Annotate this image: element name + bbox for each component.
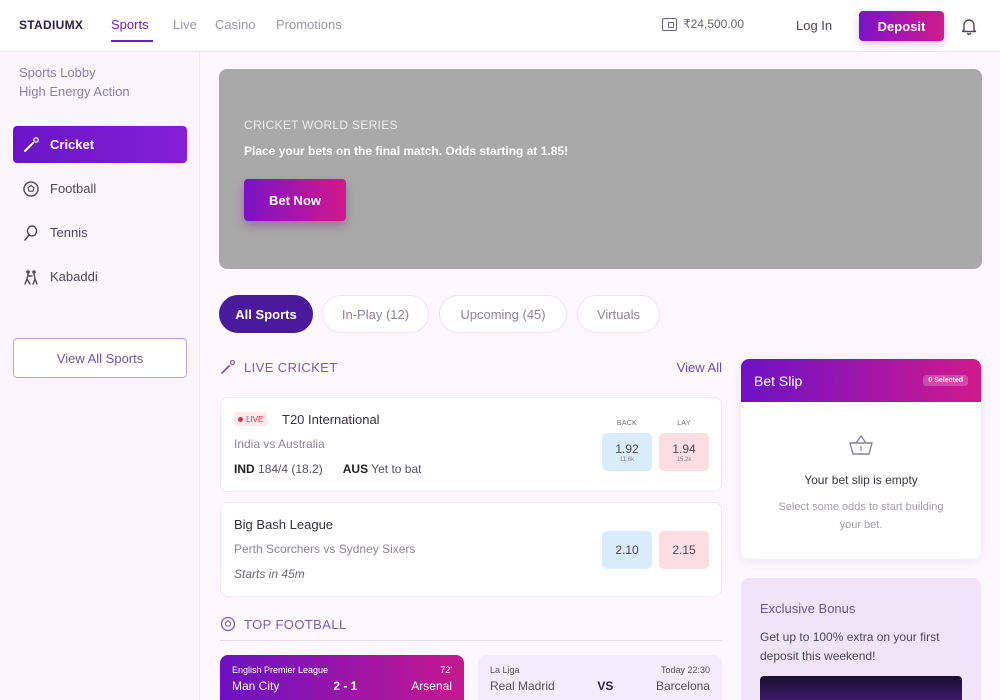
home-team: Real Madrid — [490, 679, 555, 693]
odd-value: 1.94 — [672, 441, 696, 456]
wallet-balance[interactable]: ₹24,500.00 — [662, 17, 744, 31]
nav-casino[interactable]: Casino — [215, 17, 255, 32]
live-dot — [238, 416, 243, 422]
away-team: Arsenal — [411, 679, 452, 693]
sidebar-item-kabaddi[interactable]: Kabaddi — [13, 258, 187, 295]
promo-banner: CRICKET WORLD SERIES Place your bets on … — [219, 69, 982, 269]
bet-slip-header: Bet Slip 0 Selected — [741, 359, 981, 402]
match-score: VS — [597, 679, 614, 693]
odd-value: 2.15 — [672, 543, 696, 557]
wallet-icon — [662, 17, 677, 31]
team1-score: 184/4 (18.2) — [258, 462, 323, 476]
away-team: Barcelona — [655, 679, 710, 693]
tab-in-play[interactable]: In-Play (12) — [322, 295, 429, 333]
odd-volume: 15.2k — [676, 456, 692, 463]
back-header: BACK — [616, 420, 638, 427]
lay-odd-button[interactable]: 1.94 15.2k — [659, 433, 709, 471]
top-football-header: TOP FOOTBALL — [220, 614, 722, 634]
cricket-icon — [221, 359, 236, 374]
back-odd-button[interactable]: 1.92 11.6k — [602, 433, 652, 471]
match-time: 72' — [440, 665, 452, 675]
empty-slip-hint: Select some odds to start building your … — [778, 501, 944, 531]
nav-live[interactable]: Live — [173, 17, 197, 32]
match-league: Big Bash League — [234, 517, 334, 532]
top-header: STADIUMX Sports Live Casino Promotions ₹… — [0, 0, 1000, 52]
lay-odd-button[interactable]: 2.15 — [659, 531, 709, 569]
logo[interactable]: STADIUMX — [19, 18, 83, 32]
match-teams: Perth Scorchers vs Sydney Sixers — [234, 542, 416, 556]
team1-code: IND — [234, 462, 255, 476]
basket-icon — [849, 435, 873, 455]
match-status: Starts in 45m — [234, 567, 305, 581]
kabaddi-icon — [24, 269, 38, 285]
sidebar-title: Sports Lobby — [19, 65, 96, 80]
tennis-icon — [24, 224, 38, 241]
nav-promotions[interactable]: Promotions — [276, 17, 342, 32]
tab-upcoming[interactable]: Upcoming (45) — [439, 295, 567, 333]
balance-amount: ₹24,500.00 — [683, 17, 745, 31]
back-odd-button[interactable]: 2.10 — [602, 531, 652, 569]
deposit-button[interactable]: Deposit — [859, 11, 944, 41]
selected-count-badge: 0 Selected — [923, 375, 968, 386]
match-league: T20 International — [282, 412, 380, 427]
match-card[interactable]: LIVE T20 International India vs Australi… — [220, 397, 722, 492]
bet-slip: Bet Slip 0 Selected Your bet slip is emp… — [741, 359, 981, 559]
bonus-title: Exclusive Bonus — [760, 601, 856, 616]
home-team: Man City — [232, 679, 280, 693]
football-icon — [220, 616, 236, 632]
odd-value: 1.92 — [615, 441, 639, 456]
match-time: Today 22:30 — [660, 665, 710, 675]
live-cricket-header: LIVE CRICKET View All — [220, 357, 722, 377]
bet-slip-title: Bet Slip — [754, 372, 803, 389]
match-score: 2 - 1 — [333, 679, 358, 693]
live-badge: LIVE — [234, 412, 268, 426]
sidebar: Sports Lobby High Energy Action Cricket … — [0, 52, 200, 700]
empty-slip-title: Your bet slip is empty — [804, 473, 918, 487]
lay-header: LAY — [677, 420, 691, 427]
view-all-link[interactable]: View All — [677, 360, 722, 375]
nav-sports[interactable]: Sports — [111, 17, 149, 32]
sidebar-item-label: Cricket — [50, 137, 95, 152]
odd-value: 2.10 — [615, 543, 639, 557]
nav-active-underline — [111, 40, 153, 42]
section-divider — [220, 640, 722, 641]
banner-kicker: CRICKET WORLD SERIES — [244, 118, 398, 132]
match-teams: India vs Australia — [234, 437, 325, 451]
sidebar-item-label: Football — [50, 181, 97, 196]
football-icon — [23, 180, 39, 197]
sidebar-subtitle: High Energy Action — [19, 84, 130, 99]
football-match-card[interactable]: La Liga Today 22:30 Real Madrid VS Barce… — [478, 655, 722, 700]
live-badge-label: LIVE — [246, 414, 264, 424]
sidebar-item-cricket[interactable]: Cricket — [13, 126, 187, 163]
tab-all-sports[interactable]: All Sports — [219, 295, 313, 333]
view-all-sports-button[interactable]: View All Sports — [13, 338, 187, 378]
match-card[interactable]: Big Bash League Perth Scorchers vs Sydne… — [220, 502, 722, 597]
bonus-image — [760, 676, 962, 700]
sidebar-item-label: Tennis — [50, 225, 88, 240]
login-button[interactable]: Log In — [796, 18, 832, 33]
match-league: English Premier League — [232, 665, 329, 675]
banner-text: Place your bets on the final match. Odds… — [244, 144, 569, 158]
section-title: TOP FOOTBALL — [244, 616, 347, 632]
bonus-card[interactable]: Exclusive Bonus Get up to 100% extra on … — [741, 578, 981, 700]
football-match-card[interactable]: English Premier League 72' Man City 2 - … — [220, 655, 464, 700]
team2-score: Yet to bat — [371, 462, 422, 476]
bonus-text: Get up to 100% extra on your first depos… — [760, 630, 940, 663]
sidebar-item-label: Kabaddi — [50, 269, 98, 284]
odd-volume: 11.6k — [619, 456, 635, 463]
match-score: IND 184/4 (18.2) AUS Yet to bat — [234, 462, 422, 476]
sidebar-item-football[interactable]: Football — [13, 170, 187, 207]
cricket-icon — [24, 136, 39, 152]
team2-code: AUS — [342, 462, 369, 476]
tab-virtuals[interactable]: Virtuals — [577, 295, 660, 333]
sidebar-item-tennis[interactable]: Tennis — [13, 214, 187, 251]
bet-now-button[interactable]: Bet Now — [244, 179, 346, 221]
match-league: La Liga — [490, 665, 520, 675]
section-title: LIVE CRICKET — [244, 359, 338, 375]
bell-icon[interactable] — [961, 17, 977, 35]
